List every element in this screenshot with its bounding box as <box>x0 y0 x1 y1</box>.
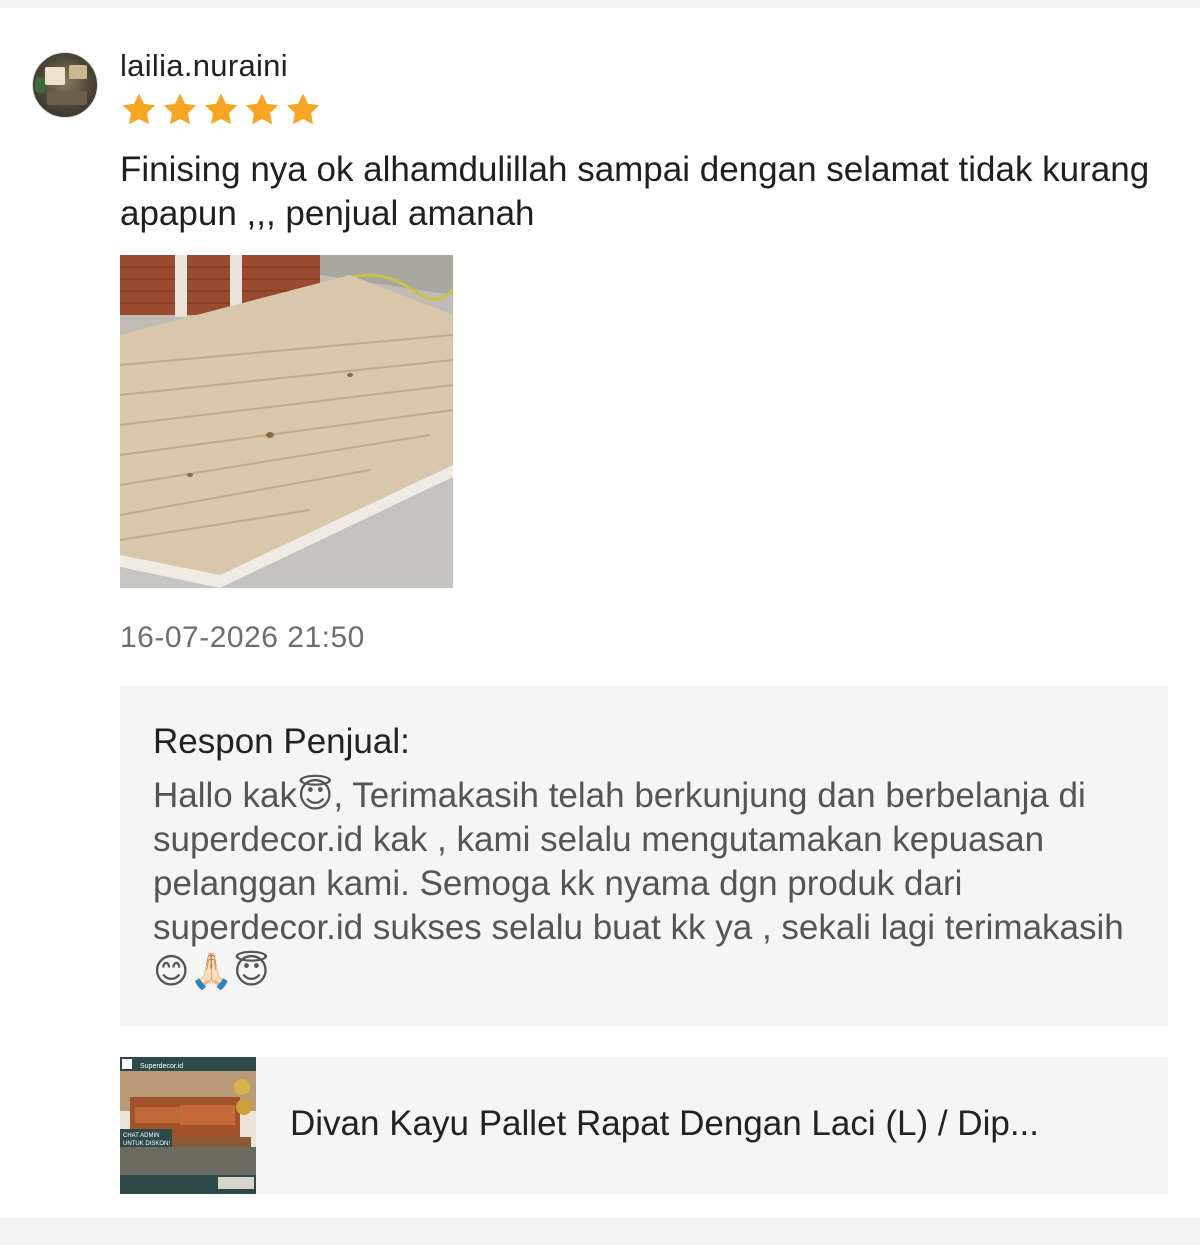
star-icon <box>245 93 279 125</box>
star-icon <box>286 93 320 125</box>
product-link[interactable]: Superdecor.id CHAT ADMIN UNTUK DISKON! D… <box>120 1057 1168 1194</box>
product-thumbnail-image: Superdecor.id CHAT ADMIN UNTUK DISKON! <box>120 1057 256 1194</box>
review-photo-image <box>120 255 453 588</box>
reviewer-avatar[interactable] <box>32 52 98 118</box>
seller-reply-title: Respon Penjual: <box>153 722 410 761</box>
rating-stars <box>120 92 322 126</box>
thumb-brand-text: Superdecor.id <box>140 1063 183 1070</box>
review-photo[interactable] <box>120 255 453 588</box>
product-name: Divan Kayu Pallet Rapat Dengan Laci (L) … <box>290 1104 1039 1143</box>
thumb-promo-text-1: CHAT ADMIN <box>123 1133 159 1139</box>
review-card: lailia.nuraini Finising nya ok alhamduli… <box>0 8 1200 1218</box>
star-icon <box>122 93 156 125</box>
star-icon <box>204 93 238 125</box>
product-thumbnail: Superdecor.id CHAT ADMIN UNTUK DISKON! <box>120 1057 256 1194</box>
seller-reply-text: Hallo kak😇, Terimakasih telah berkunjung… <box>153 776 1124 991</box>
review-timestamp: 16-07-2026 21:50 <box>120 621 365 654</box>
review-text: Finising nya ok alhamdulillah sampai den… <box>120 150 1150 233</box>
seller-reply-box: Respon Penjual: Hallo kak😇, Terimakasih … <box>120 686 1168 1026</box>
reviewer-username: lailia.nuraini <box>120 48 288 83</box>
star-icon <box>163 93 197 125</box>
thumb-promo-text-2: UNTUK DISKON! <box>123 1141 170 1147</box>
